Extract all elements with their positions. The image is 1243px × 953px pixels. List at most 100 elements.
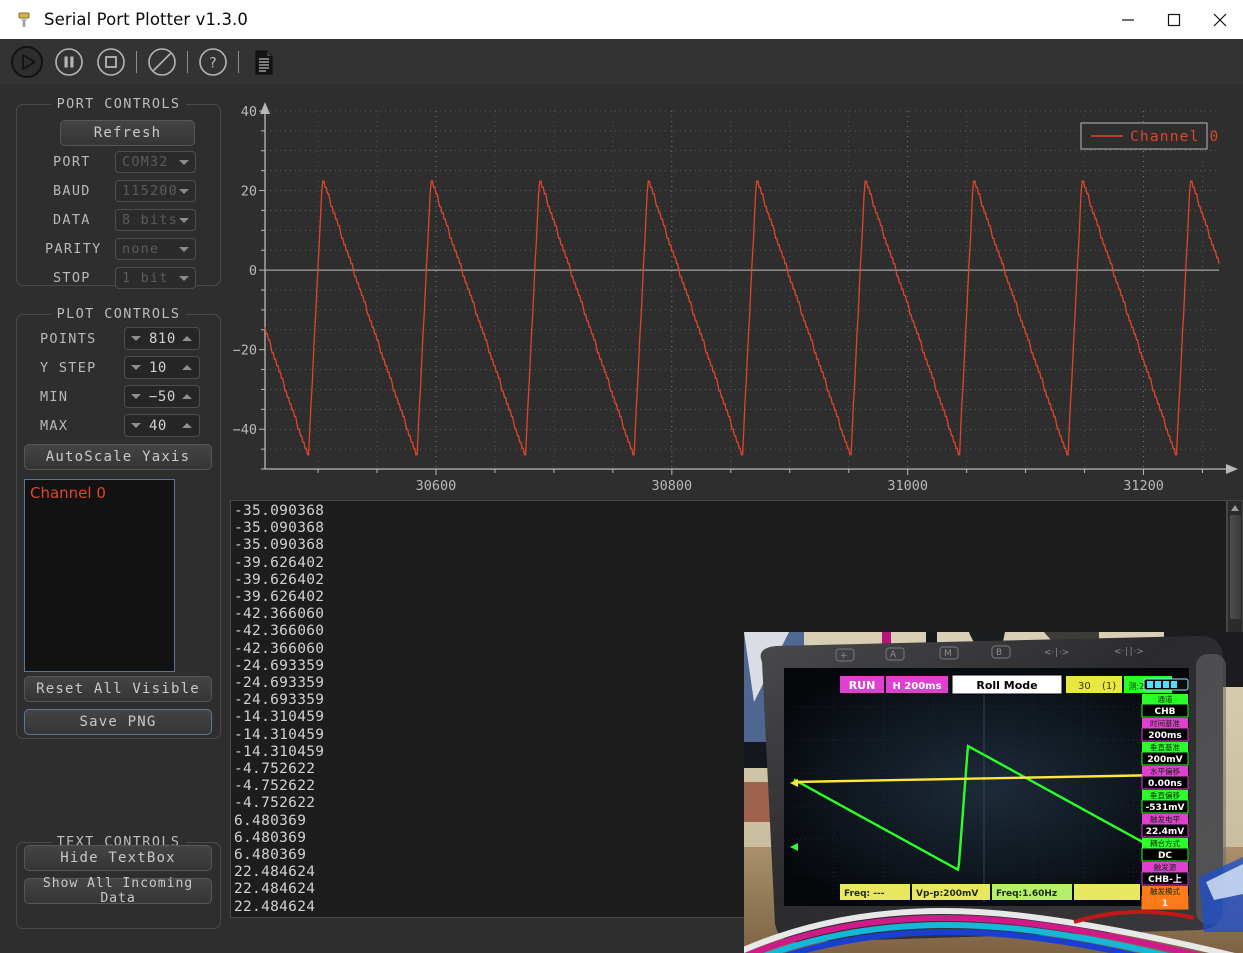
stop-value: 1 bit bbox=[122, 270, 169, 286]
parity-row: PARITY none bbox=[45, 238, 203, 260]
toolbar-separator bbox=[187, 50, 188, 73]
autoscale-yaxis-button[interactable]: AutoScale Yaxis bbox=[24, 444, 212, 470]
waveform-chart[interactable]: 40 20 0 −20 −40 30600 30800 31000 31200 Channel… bbox=[230, 90, 1243, 498]
svg-text:<·∣∣·>: <·∣∣·> bbox=[1114, 647, 1144, 657]
maximize-button[interactable] bbox=[1151, 0, 1197, 39]
points-label: POINTS bbox=[40, 330, 97, 347]
channel-list[interactable]: Channel 0 bbox=[24, 479, 175, 672]
chevron-up-icon[interactable] bbox=[182, 365, 192, 370]
reset-all-visible-button[interactable]: Reset All Visible bbox=[24, 676, 212, 702]
play-icon[interactable] bbox=[6, 41, 48, 83]
scope-sidebar-value: -531mV bbox=[1146, 803, 1185, 813]
ystep-stepper[interactable]: 10 bbox=[124, 356, 200, 379]
data-value: 8 bits bbox=[122, 212, 178, 228]
scope-measure-label: Freq:1.60Hz bbox=[996, 889, 1057, 899]
show-all-incoming-data-button[interactable]: Show All Incoming Data bbox=[24, 876, 212, 906]
min-label: MIN bbox=[40, 388, 69, 405]
svg-text:A: A bbox=[890, 650, 897, 660]
scope-sidebar-label: 触发模式 bbox=[1150, 886, 1180, 896]
toolbar-separator bbox=[238, 50, 239, 73]
points-row: POINTS 810 bbox=[40, 327, 200, 350]
scope-sidebar: 通道 CHB时间基准 200ms垂直基准 200mV水平偏移 0.00ns垂直偏移 -53… bbox=[1141, 694, 1189, 910]
plot-area[interactable]: 40 20 0 −20 −40 30600 30800 31000 31200 Channel… bbox=[230, 90, 1243, 498]
chevron-up-icon[interactable] bbox=[182, 336, 192, 341]
chevron-up-icon[interactable] bbox=[182, 394, 192, 399]
console-line: -39.626402 bbox=[234, 589, 325, 606]
close-button[interactable] bbox=[1197, 0, 1243, 39]
chevron-down-icon bbox=[179, 247, 189, 252]
scope-sidebar-value: CHB bbox=[1155, 707, 1176, 717]
plot-controls-title: PLOT CONTROLS bbox=[50, 306, 187, 322]
scope-run-label: RUN bbox=[849, 679, 876, 692]
svg-text:<·∣·>: <·∣·> bbox=[1044, 648, 1069, 658]
chart-legend: Channel 0 bbox=[1080, 122, 1218, 150]
min-stepper[interactable]: −50 bbox=[124, 385, 200, 408]
scope-sidebar-label: 时间基准 bbox=[1150, 718, 1180, 728]
console-line: -35.090368 bbox=[234, 520, 325, 537]
pause-icon[interactable] bbox=[48, 41, 90, 83]
chevron-down-icon bbox=[179, 276, 189, 281]
chevron-down-icon[interactable] bbox=[131, 365, 141, 370]
port-row: PORT COM32 bbox=[53, 151, 203, 173]
ystep-label: Y STEP bbox=[40, 359, 97, 376]
scope-sidebar-value: 22.4mV bbox=[1146, 827, 1185, 837]
document-icon[interactable] bbox=[243, 41, 285, 83]
chevron-down-icon[interactable] bbox=[131, 336, 141, 341]
baud-label: BAUD bbox=[53, 183, 91, 199]
points-value: 810 bbox=[149, 330, 176, 347]
x-tick-label: 31000 bbox=[887, 478, 928, 494]
scope-bottom-bar: Freq: --- Vp-p:200mV Freq:1.60Hz bbox=[840, 884, 1140, 900]
minimize-button[interactable] bbox=[1105, 0, 1151, 39]
max-stepper[interactable]: 40 bbox=[124, 414, 200, 437]
scope-sidebar-label: 通道 bbox=[1158, 694, 1174, 704]
parity-label: PARITY bbox=[45, 241, 102, 257]
scope-small-left-label: 30 bbox=[1078, 681, 1091, 692]
data-select[interactable]: 8 bits bbox=[115, 209, 196, 231]
port-label: PORT bbox=[53, 154, 91, 170]
scope-measure-label: Freq: --- bbox=[844, 889, 885, 899]
baud-select[interactable]: 115200 bbox=[115, 180, 196, 202]
refresh-button[interactable]: Refresh bbox=[60, 120, 195, 146]
toolbar-separator bbox=[136, 50, 137, 73]
scope-sidebar-value: 200mV bbox=[1147, 755, 1182, 765]
scope-lcd bbox=[784, 668, 1189, 906]
chevron-up-icon[interactable] bbox=[182, 423, 192, 428]
y-tick-label: 0 bbox=[249, 263, 257, 279]
scope-sidebar-label: 触发源 bbox=[1154, 862, 1177, 872]
y-tick-label: 40 bbox=[241, 104, 257, 120]
hide-textbox-button[interactable]: Hide TextBox bbox=[24, 845, 212, 871]
window-title: Serial Port Plotter v1.3.0 bbox=[44, 10, 248, 29]
svg-text:?: ? bbox=[209, 55, 216, 71]
console-line: -39.626402 bbox=[234, 554, 325, 571]
scrollbar-thumb[interactable] bbox=[1230, 515, 1241, 619]
scope-sidebar-label: 耦合方式 bbox=[1150, 838, 1180, 848]
chevron-down-icon bbox=[179, 218, 189, 223]
scope-mode-label: Roll Mode bbox=[976, 679, 1037, 692]
port-controls-title: PORT CONTROLS bbox=[50, 96, 187, 112]
chevron-down-icon bbox=[179, 160, 189, 165]
baud-row: BAUD 115200 bbox=[53, 180, 203, 202]
data-row: DATA 8 bits bbox=[53, 209, 203, 231]
parity-value: none bbox=[122, 241, 160, 257]
chevron-down-icon bbox=[179, 189, 189, 194]
max-label: MAX bbox=[40, 417, 69, 434]
list-item[interactable]: Channel 0 bbox=[25, 480, 174, 502]
console-line: -42.366060 bbox=[234, 606, 325, 623]
chevron-down-icon[interactable] bbox=[131, 423, 141, 428]
data-label: DATA bbox=[53, 212, 91, 228]
clear-icon[interactable] bbox=[141, 41, 183, 83]
port-select[interactable]: COM32 bbox=[115, 151, 196, 173]
sidebar: PORT CONTROLS Refresh PORT COM32 BAUD 11… bbox=[8, 84, 230, 929]
chevron-down-icon[interactable] bbox=[131, 394, 141, 399]
x-tick-label: 31200 bbox=[1123, 478, 1164, 494]
save-png-button[interactable]: Save PNG bbox=[24, 709, 212, 735]
points-stepper[interactable]: 810 bbox=[124, 327, 200, 350]
x-tick-label: 30800 bbox=[652, 478, 693, 494]
help-icon[interactable]: ? bbox=[192, 41, 234, 83]
stop-select[interactable]: 1 bit bbox=[115, 267, 196, 289]
chevron-up-icon[interactable] bbox=[1231, 505, 1239, 511]
stop-icon[interactable] bbox=[90, 41, 132, 83]
parity-select[interactable]: none bbox=[115, 238, 196, 260]
toolbar: ? bbox=[0, 39, 1243, 84]
baud-value: 115200 bbox=[122, 183, 178, 199]
